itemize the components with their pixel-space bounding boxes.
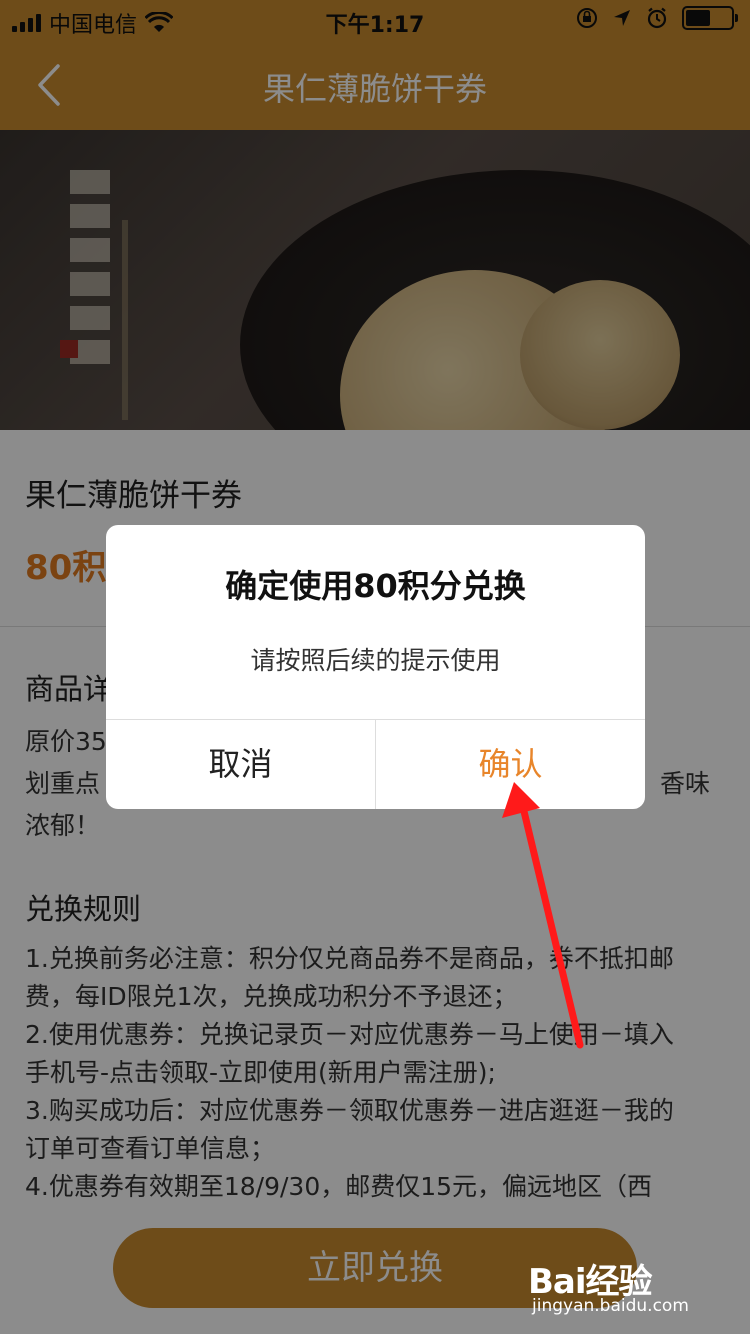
- dialog-title: 确定使用80积分兑换: [225, 567, 526, 605]
- baidu-jingyan-watermark: Bai经验 jingyan.baidu.com: [522, 1250, 712, 1320]
- confirm-dialog: 确定使用80积分兑换 请按照后续的提示使用 取消 确认: [106, 525, 645, 809]
- dialog-message: 请按照后续的提示使用: [250, 646, 501, 675]
- cancel-button[interactable]: 取消: [106, 720, 375, 809]
- confirm-button[interactable]: 确认: [376, 720, 645, 809]
- watermark-url: jingyan.baidu.com: [532, 1296, 689, 1316]
